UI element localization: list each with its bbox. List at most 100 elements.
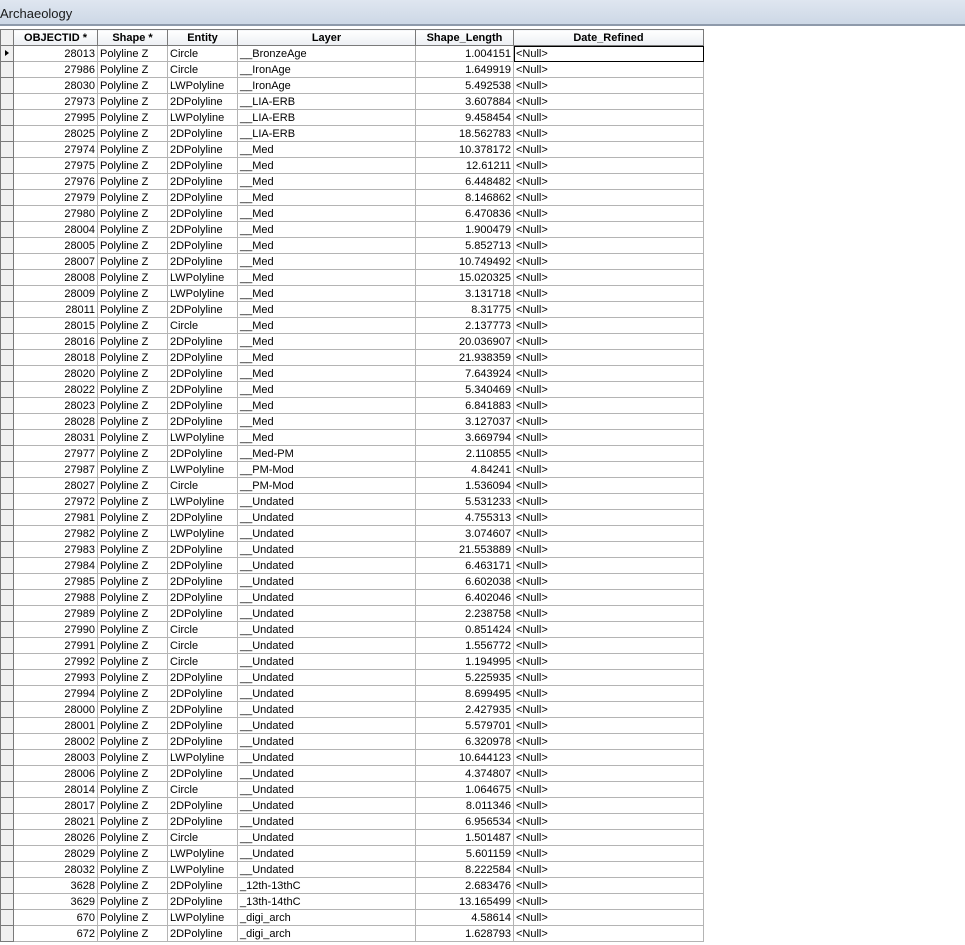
- table-row[interactable]: 27982 Polyline Z LWPolyline __Undated 3.0746…: [0, 525, 704, 542]
- shape-length-cell[interactable]: 3.131718: [415, 285, 514, 302]
- objectid-cell[interactable]: 28011: [13, 301, 98, 318]
- entity-cell[interactable]: 2DPolyline: [167, 605, 238, 622]
- date-refined-cell[interactable]: <Null>: [513, 845, 704, 862]
- entity-cell[interactable]: 2DPolyline: [167, 813, 238, 830]
- date-refined-cell[interactable]: <Null>: [513, 141, 704, 158]
- row-selector[interactable]: [0, 429, 14, 446]
- entity-cell[interactable]: 2DPolyline: [167, 301, 238, 318]
- shape-cell[interactable]: Polyline Z: [97, 365, 168, 382]
- entity-cell[interactable]: Circle: [167, 781, 238, 798]
- entity-cell[interactable]: LWPolyline: [167, 269, 238, 286]
- date-refined-cell[interactable]: <Null>: [513, 909, 704, 926]
- layer-cell[interactable]: __Med: [237, 413, 416, 430]
- date-refined-cell[interactable]: <Null>: [513, 301, 704, 318]
- objectid-cell[interactable]: 28020: [13, 365, 98, 382]
- shape-length-cell[interactable]: 5.852713: [415, 237, 514, 254]
- column-header-entity[interactable]: Entity: [167, 29, 238, 46]
- layer-cell[interactable]: __Undated: [237, 845, 416, 862]
- table-row[interactable]: 28032 Polyline Z LWPolyline __Undated 8.2225…: [0, 861, 704, 878]
- date-refined-cell[interactable]: <Null>: [513, 525, 704, 542]
- row-selector[interactable]: [0, 573, 14, 590]
- layer-cell[interactable]: __Undated: [237, 829, 416, 846]
- date-refined-cell[interactable]: <Null>: [513, 205, 704, 222]
- shape-length-cell[interactable]: 8.011346: [415, 797, 514, 814]
- table-row[interactable]: 28004 Polyline Z 2DPolyline __Med 1.900479 <N…: [0, 221, 704, 238]
- entity-cell[interactable]: 2DPolyline: [167, 365, 238, 382]
- objectid-cell[interactable]: 28028: [13, 413, 98, 430]
- shape-length-cell[interactable]: 10.644123: [415, 749, 514, 766]
- layer-cell[interactable]: __LIA-ERB: [237, 93, 416, 110]
- entity-cell[interactable]: Circle: [167, 61, 238, 78]
- column-header-shape[interactable]: Shape *: [97, 29, 168, 46]
- layer-cell[interactable]: _digi_arch: [237, 925, 416, 942]
- entity-cell[interactable]: 2DPolyline: [167, 413, 238, 430]
- date-refined-cell[interactable]: <Null>: [513, 189, 704, 206]
- shape-length-cell[interactable]: 6.463171: [415, 557, 514, 574]
- objectid-cell[interactable]: 27973: [13, 93, 98, 110]
- layer-cell[interactable]: __BronzeAge: [237, 45, 416, 62]
- table-row[interactable]: 28007 Polyline Z 2DPolyline __Med 10.749492 <…: [0, 253, 704, 270]
- layer-cell[interactable]: __Med: [237, 333, 416, 350]
- shape-cell[interactable]: Polyline Z: [97, 189, 168, 206]
- date-refined-cell[interactable]: <Null>: [513, 589, 704, 606]
- shape-cell[interactable]: Polyline Z: [97, 525, 168, 542]
- objectid-cell[interactable]: 28000: [13, 701, 98, 718]
- shape-cell[interactable]: Polyline Z: [97, 701, 168, 718]
- row-selector[interactable]: [0, 733, 14, 750]
- table-row[interactable]: 27983 Polyline Z 2DPolyline __Undated 21.553…: [0, 541, 704, 558]
- shape-cell[interactable]: Polyline Z: [97, 141, 168, 158]
- shape-length-cell[interactable]: 10.378172: [415, 141, 514, 158]
- layer-cell[interactable]: __Med: [237, 221, 416, 238]
- objectid-cell[interactable]: 27993: [13, 669, 98, 686]
- table-row[interactable]: 27975 Polyline Z 2DPolyline __Med 12.61211 <N…: [0, 157, 704, 174]
- layer-cell[interactable]: __Undated: [237, 653, 416, 670]
- shape-cell[interactable]: Polyline Z: [97, 781, 168, 798]
- table-row[interactable]: 27986 Polyline Z Circle __IronAge 1.649919 <N…: [0, 61, 704, 78]
- table-row[interactable]: 28022 Polyline Z 2DPolyline __Med 5.340469 <N…: [0, 381, 704, 398]
- shape-length-cell[interactable]: 13.165499: [415, 893, 514, 910]
- row-selector[interactable]: [0, 797, 14, 814]
- table-row[interactable]: 28031 Polyline Z LWPolyline __Med 3.669794 <N…: [0, 429, 704, 446]
- entity-cell[interactable]: 2DPolyline: [167, 381, 238, 398]
- objectid-cell[interactable]: 28026: [13, 829, 98, 846]
- row-selector[interactable]: [0, 125, 14, 142]
- objectid-cell[interactable]: 27974: [13, 141, 98, 158]
- shape-cell[interactable]: Polyline Z: [97, 397, 168, 414]
- date-refined-cell[interactable]: <Null>: [513, 541, 704, 558]
- objectid-cell[interactable]: 28023: [13, 397, 98, 414]
- shape-cell[interactable]: Polyline Z: [97, 829, 168, 846]
- layer-cell[interactable]: __Undated: [237, 541, 416, 558]
- shape-length-cell[interactable]: 3.127037: [415, 413, 514, 430]
- shape-cell[interactable]: Polyline Z: [97, 173, 168, 190]
- row-selector[interactable]: [0, 461, 14, 478]
- table-row[interactable]: 28025 Polyline Z 2DPolyline __LIA-ERB 18.562…: [0, 125, 704, 142]
- objectid-cell[interactable]: 28021: [13, 813, 98, 830]
- row-selector[interactable]: [0, 541, 14, 558]
- table-row[interactable]: 28018 Polyline Z 2DPolyline __Med 21.938359 <…: [0, 349, 704, 366]
- row-selector[interactable]: [0, 269, 14, 286]
- row-selector[interactable]: [0, 621, 14, 638]
- shape-length-cell[interactable]: 18.562783: [415, 125, 514, 142]
- entity-cell[interactable]: LWPolyline: [167, 861, 238, 878]
- shape-cell[interactable]: Polyline Z: [97, 205, 168, 222]
- objectid-cell[interactable]: 28005: [13, 237, 98, 254]
- shape-length-cell[interactable]: 12.61211: [415, 157, 514, 174]
- layer-cell[interactable]: __Med: [237, 365, 416, 382]
- entity-cell[interactable]: 2DPolyline: [167, 573, 238, 590]
- layer-cell[interactable]: __IronAge: [237, 77, 416, 94]
- entity-cell[interactable]: 2DPolyline: [167, 125, 238, 142]
- layer-cell[interactable]: __Undated: [237, 509, 416, 526]
- row-selector[interactable]: [0, 925, 14, 942]
- layer-cell[interactable]: __Med: [237, 317, 416, 334]
- entity-cell[interactable]: 2DPolyline: [167, 397, 238, 414]
- date-refined-cell[interactable]: <Null>: [513, 893, 704, 910]
- shape-length-cell[interactable]: 0.851424: [415, 621, 514, 638]
- date-refined-cell[interactable]: <Null>: [513, 605, 704, 622]
- table-row[interactable]: 28005 Polyline Z 2DPolyline __Med 5.852713 <N…: [0, 237, 704, 254]
- layer-cell[interactable]: __Undated: [237, 621, 416, 638]
- table-row[interactable]: 27989 Polyline Z 2DPolyline __Undated 2.2387…: [0, 605, 704, 622]
- shape-cell[interactable]: Polyline Z: [97, 685, 168, 702]
- entity-cell[interactable]: LWPolyline: [167, 429, 238, 446]
- layer-cell[interactable]: __Med-PM: [237, 445, 416, 462]
- date-refined-cell[interactable]: <Null>: [513, 125, 704, 142]
